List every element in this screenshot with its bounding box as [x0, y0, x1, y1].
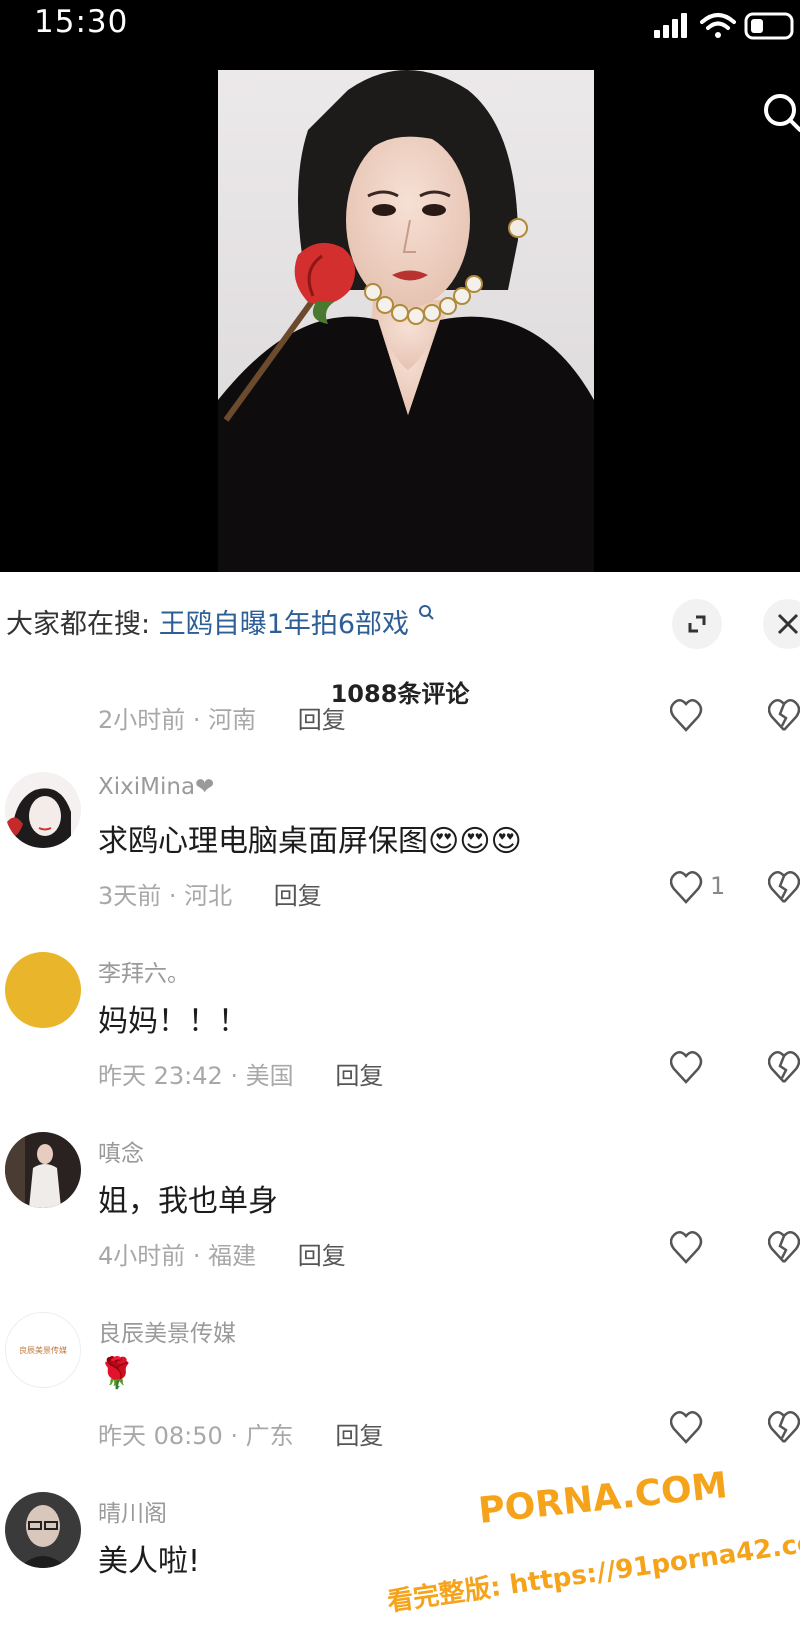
avatar[interactable]: 良辰美景传媒	[5, 1312, 81, 1388]
like-button[interactable]	[670, 1048, 740, 1088]
status-time: 15:30	[34, 4, 129, 40]
comment-item: 嗔念 姐，我也单身 4小时前 · 福建 回复	[0, 1132, 800, 1312]
dislike-icon[interactable]	[768, 1408, 800, 1448]
expand-icon	[688, 615, 706, 633]
like-button[interactable]	[670, 1408, 740, 1448]
avatar-text: 良辰美景传媒	[19, 1345, 67, 1355]
like-icon	[670, 1051, 703, 1084]
username[interactable]: 良辰美景传媒	[98, 1314, 236, 1348]
comment-text: 妈妈！！！	[98, 1004, 248, 1039]
username[interactable]: 晴川阁	[98, 1494, 167, 1528]
search-icon[interactable]	[756, 88, 800, 138]
comment-meta: 昨天 08:50 · 广东 回复	[98, 1416, 383, 1451]
like-count: 1	[710, 872, 726, 900]
comment-text: 美人啦!	[98, 1544, 201, 1579]
expand-button[interactable]	[672, 599, 722, 649]
trending-link[interactable]: 王鸥自曝1年拍6部戏	[159, 609, 409, 640]
small-search-icon	[418, 605, 434, 620]
avatar[interactable]	[5, 772, 81, 848]
comment-time-location: 昨天 08:50 · 广东	[98, 1422, 294, 1450]
status-icons	[654, 12, 794, 40]
username[interactable]: 嗔念	[98, 1134, 144, 1168]
comment-time-location: 昨天 23:42 · 美国	[98, 1062, 294, 1090]
like-button[interactable]: 1	[670, 868, 740, 908]
comment-meta: 3天前 · 河北 回复	[98, 876, 322, 911]
comment-text: 🌹	[98, 1356, 136, 1391]
dislike-icon[interactable]	[768, 868, 800, 908]
dislike-icon[interactable]	[768, 696, 800, 736]
reply-button[interactable]: 回复	[335, 1062, 383, 1090]
like-icon	[670, 871, 703, 904]
dislike-icon[interactable]	[768, 1228, 800, 1268]
partial-comment-meta: 2小时前 · 河南 回复	[98, 700, 346, 735]
avatar[interactable]	[5, 952, 81, 1028]
reply-button[interactable]: 回复	[335, 1422, 383, 1450]
comment-time-location: 2小时前 · 河南	[98, 706, 257, 734]
comment-time-location: 3天前 · 河北	[98, 882, 233, 910]
comment-meta: 昨天 23:42 · 美国 回复	[98, 1056, 383, 1091]
comment-meta: 4小时前 · 福建 回复	[98, 1236, 346, 1271]
comment-item: XixiMina❤ 求鸥心理电脑桌面屏保图😍😍😍 3天前 · 河北 回复 1	[0, 772, 800, 952]
username[interactable]: XixiMina❤	[98, 774, 214, 800]
like-button[interactable]	[670, 1228, 740, 1268]
signal-icon	[654, 13, 687, 38]
battery-icon	[744, 12, 794, 40]
dislike-icon[interactable]	[768, 1048, 800, 1088]
comment-text: 求鸥心理电脑桌面屏保图😍😍😍	[98, 824, 522, 859]
comment-text: 姐，我也单身	[98, 1184, 278, 1219]
reply-button[interactable]: 回复	[298, 1242, 346, 1270]
reply-button[interactable]: 回复	[274, 882, 322, 910]
comment-time-location: 4小时前 · 福建	[98, 1242, 257, 1270]
avatar[interactable]	[5, 1492, 81, 1568]
close-icon	[777, 613, 799, 635]
video-thumbnail[interactable]	[218, 70, 594, 572]
comment-item: 良辰美景传媒 良辰美景传媒 🌹 昨天 08:50 · 广东 回复	[0, 1312, 800, 1492]
trending-prefix: 大家都在搜:	[6, 609, 151, 640]
wifi-icon	[700, 13, 736, 38]
trending-search[interactable]: 大家都在搜: 王鸥自曝1年拍6部戏	[6, 602, 434, 641]
reply-button[interactable]: 回复	[298, 706, 346, 734]
close-button[interactable]	[763, 599, 800, 649]
like-icon	[670, 1231, 703, 1264]
username[interactable]: 李拜六。	[98, 954, 190, 988]
comment-item: 李拜六。 妈妈！！！ 昨天 23:42 · 美国 回复	[0, 952, 800, 1132]
like-icon[interactable]	[670, 696, 740, 736]
like-icon	[670, 1411, 703, 1444]
video-area[interactable]: 15:30	[0, 0, 800, 572]
avatar[interactable]	[5, 1132, 81, 1208]
